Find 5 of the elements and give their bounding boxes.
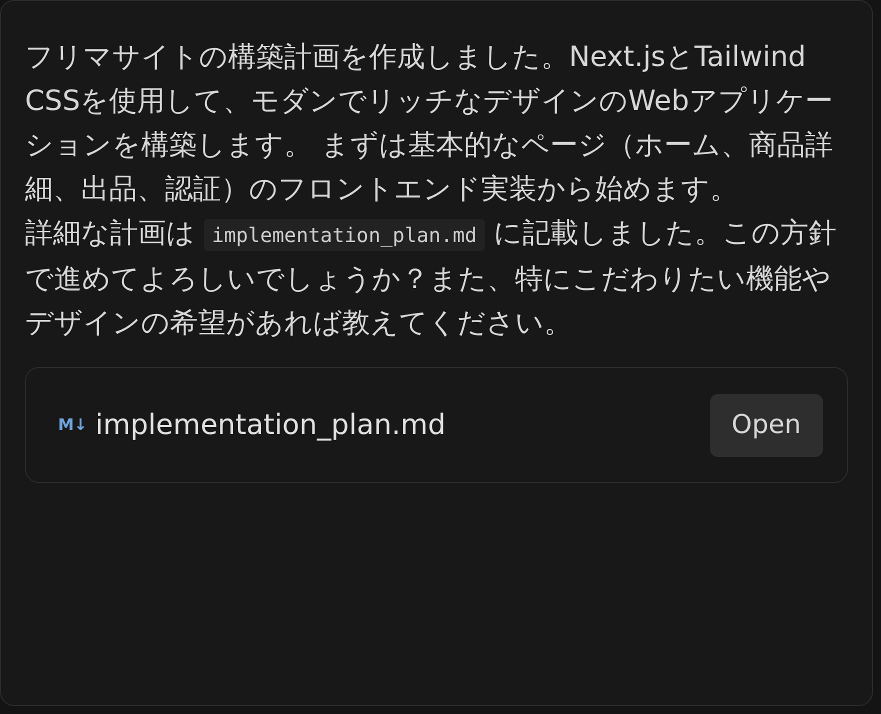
- message-text: 詳細な計画は implementation_plan.md に記載しました。この方針で進めてよろしいでしょうか？また、特にこだわりたい機能やデザインの希望があれば教えてください。: [25, 215, 838, 341]
- message-text: フリマサイトの構築計画を作成しました。Next.jsとTailwind CSSを使用して、モダンでリッチなデザインのWebアプリケーションを構築します。 まずは基本的なページ（ホーム、商品詳細、出品、認証）のフロントエンド実装から始めます。: [25, 39, 834, 207]
- open-button[interactable]: Open: [710, 394, 823, 456]
- markdown-icon: M↓: [58, 413, 88, 437]
- file-name: implementation_plan.md: [95, 407, 446, 443]
